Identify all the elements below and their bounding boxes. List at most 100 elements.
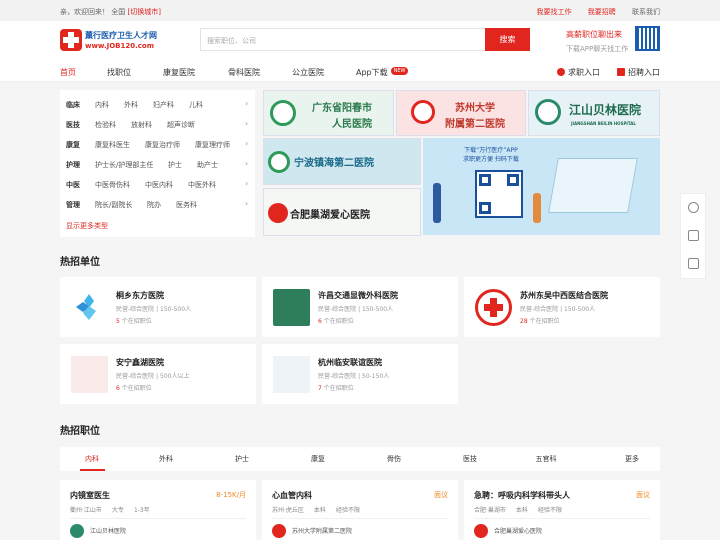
banner-suzhou-university-hospital[interactable]: 苏州大学 附属第二医院 xyxy=(396,90,526,136)
company-logo xyxy=(474,524,488,538)
category-link[interactable]: 康复治疗师 xyxy=(145,140,180,150)
logo-title: 薰行医疗卫生人才网 xyxy=(85,31,157,40)
find-job-link[interactable]: 我要找工作 xyxy=(537,8,572,16)
category-link[interactable]: 医务科 xyxy=(176,200,197,210)
tab-nurse[interactable]: 护士 xyxy=(212,454,272,464)
company-logo xyxy=(70,524,84,538)
site-logo[interactable]: 薰行医疗卫生人才网 www.JOB120.com xyxy=(60,29,170,53)
company-card[interactable]: 桐乡东方医院 民营-综合医院 | 150-500人 5 个在招职位 xyxy=(60,277,256,337)
banner-yangchun-hospital[interactable]: 广东省阳春市 人民医院 xyxy=(263,90,394,136)
company-card[interactable]: 杭州临安联谊医院 民营-综合医院 | 50-150人 7 个在招职位 xyxy=(262,344,458,404)
job-education: 本科 xyxy=(313,507,326,514)
banner-hefei-chaohu-hospital[interactable]: 合肥巢湖爱心医院 xyxy=(263,188,421,236)
nav-app-download[interactable]: App下载 NEW xyxy=(356,67,409,78)
job-meta: 衢州·江山市 大专 1-3年 xyxy=(70,505,160,514)
banner-ningbo-zhenhai-hospital[interactable]: 宁波镇海第二医院 xyxy=(263,138,421,185)
category-link[interactable]: 康复理疗师 xyxy=(195,140,230,150)
app-banner-line1: 下载“万行医疗”APP xyxy=(464,147,518,154)
category-link[interactable]: 中医内科 xyxy=(145,180,173,190)
job-card[interactable]: 急聘：呼吸内科学科带头人 面议 合肥·巢湖市 本科 经验不限 合肥巢湖爱心医院 xyxy=(464,480,660,540)
category-link[interactable]: 妇产科 xyxy=(153,100,174,110)
banner-text: 江山贝林医院 xyxy=(569,103,642,117)
recruit-link[interactable]: 我要招聘 xyxy=(588,8,616,16)
company-meta: 民营-综合医院 | 150-500人 xyxy=(116,306,192,313)
category-row-tcm[interactable]: 中医 中医骨伤科 中医内科 中医外科 › xyxy=(60,174,255,194)
category-link[interactable]: 检验科 xyxy=(95,120,116,130)
category-link[interactable]: 放射科 xyxy=(131,120,152,130)
category-row-management[interactable]: 管理 院长/副院长 院办 医务科 › xyxy=(60,194,255,214)
tab-more[interactable]: 更多 xyxy=(602,454,662,464)
recruiter-login[interactable]: 招聘入口 xyxy=(617,67,660,78)
company-card[interactable]: 苏州东吴中西医结合医院 民营-综合医院 | 150-500人 28 个在招职位 xyxy=(464,277,660,337)
tab-medtech[interactable]: 医技 xyxy=(440,454,500,464)
company-card[interactable]: 安宁鑫湖医院 民营-综合医院 | 500人以上 6 个在招职位 xyxy=(60,344,256,404)
company-logo xyxy=(71,289,108,326)
switch-city-link[interactable]: [切换城市] xyxy=(127,8,160,16)
app-qr-code-icon[interactable] xyxy=(635,26,660,51)
category-head: 中医 xyxy=(66,181,80,189)
nav-orthopedic-hospital[interactable]: 骨科医院 xyxy=(228,67,260,78)
company-name: 桐乡东方医院 xyxy=(116,291,164,300)
nav-home[interactable]: 首页 xyxy=(60,67,76,78)
tab-orthopedics[interactable]: 骨伤 xyxy=(364,454,424,464)
banner-text: 宁波镇海第二医院 xyxy=(294,158,374,169)
banner-jiangshan-beilin-hospital[interactable]: 江山贝林医院 JIANGSHAN BEILIN HOSPITAL xyxy=(528,90,660,136)
category-row-clinical[interactable]: 临床 内科 外科 妇产科 儿科 › xyxy=(60,94,255,114)
tab-internal-medicine[interactable]: 内科 xyxy=(62,454,122,464)
feedback-icon[interactable] xyxy=(688,258,699,269)
banner-text: JIANGSHAN BEILIN HOSPITAL xyxy=(571,121,636,126)
category-link[interactable]: 院办 xyxy=(147,200,161,210)
app-download-banner[interactable]: 下载“万行医疗”APP 求职更方便 扫码下载 xyxy=(423,138,660,235)
app-qr-code-icon[interactable] xyxy=(475,170,523,218)
contact-link[interactable]: 联系我们 xyxy=(632,8,660,16)
header: 薰行医疗卫生人才网 www.JOB120.com 搜索职位、公司 搜索 高薪职位… xyxy=(0,21,720,61)
tab-rehab[interactable]: 康复 xyxy=(288,454,348,464)
company-job-count: 5 个在招职位 xyxy=(116,316,152,325)
job-card[interactable]: 心血管内科 面议 苏州·虎丘区 本科 经验不限 苏州大学附属第二医院 xyxy=(262,480,458,540)
company-meta: 民营-综合医院 | 50-150人 xyxy=(318,373,390,380)
hot-jobs-title: 热招职位 xyxy=(60,426,100,437)
city-label: 全国 xyxy=(111,8,126,16)
job-seeker-login[interactable]: 求职入口 xyxy=(557,67,600,78)
app-promo-subtitle: 下载APP聊天找工作 xyxy=(566,45,629,53)
show-more-categories[interactable]: 显示更多类型 xyxy=(66,221,108,231)
job-education: 大专 xyxy=(111,507,124,514)
category-link[interactable]: 康复科医生 xyxy=(95,140,130,150)
category-link[interactable]: 助产士 xyxy=(197,160,218,170)
app-promo[interactable]: 高薪职位聊出来 下载APP聊天找工作 xyxy=(566,29,628,54)
qr-code-icon[interactable] xyxy=(688,230,699,241)
company-meta: 民营-综合医院 | 500人以上 xyxy=(116,373,190,380)
category-row-rehab[interactable]: 康复 康复科医生 康复治疗师 康复理疗师 › xyxy=(60,134,255,154)
category-row-nursing[interactable]: 护理 护士长/护理部主任 护士 助产士 › xyxy=(60,154,255,174)
chevron-right-icon: › xyxy=(245,119,249,128)
job-count-suffix: 个在招职位 xyxy=(323,385,354,392)
job-city: 合肥·巢湖市 xyxy=(474,507,506,514)
job-experience: 1-3年 xyxy=(133,507,150,514)
phone-icon[interactable] xyxy=(688,202,699,213)
job-salary: 面议 xyxy=(434,491,448,499)
nav-find-job[interactable]: 找职位 xyxy=(107,67,131,78)
category-link[interactable]: 护士 xyxy=(168,160,182,170)
nav-public-hospital[interactable]: 公立医院 xyxy=(292,67,324,78)
company-card[interactable]: 许昌交通显微外科医院 民营-综合医院 | 150-500人 6 个在招职位 xyxy=(262,277,458,337)
category-link[interactable]: 超声诊断 xyxy=(167,120,195,130)
nav-rehab-hospital[interactable]: 康复医院 xyxy=(163,67,195,78)
category-link[interactable]: 院长/副院长 xyxy=(95,200,132,210)
job-meta: 苏州·虎丘区 本科 经验不限 xyxy=(272,505,370,514)
category-link[interactable]: 儿科 xyxy=(189,100,203,110)
category-link[interactable]: 中医外科 xyxy=(188,180,216,190)
tab-ent[interactable]: 五官科 xyxy=(516,454,576,464)
company-logo xyxy=(71,356,108,393)
category-link[interactable]: 护士长/护理部主任 xyxy=(95,160,153,170)
app-banner-text: 下载“万行医疗”APP 求职更方便 扫码下载 xyxy=(463,146,519,164)
category-row-medtech[interactable]: 医技 检验科 放射科 超声诊断 › xyxy=(60,114,255,134)
search-input[interactable]: 搜索职位、公司 xyxy=(200,28,485,51)
category-link[interactable]: 内科 xyxy=(95,100,109,110)
category-link[interactable]: 中医骨伤科 xyxy=(95,180,130,190)
tab-surgery[interactable]: 外科 xyxy=(136,454,196,464)
category-link[interactable]: 外科 xyxy=(124,100,138,110)
job-count-number: 6 xyxy=(116,385,120,392)
search-button[interactable]: 搜索 xyxy=(485,28,530,51)
job-card[interactable]: 内镜室医生 8-15K/月 衢州·江山市 大专 1-3年 江山贝林医院 xyxy=(60,480,256,540)
job-count-number: 7 xyxy=(318,385,322,392)
